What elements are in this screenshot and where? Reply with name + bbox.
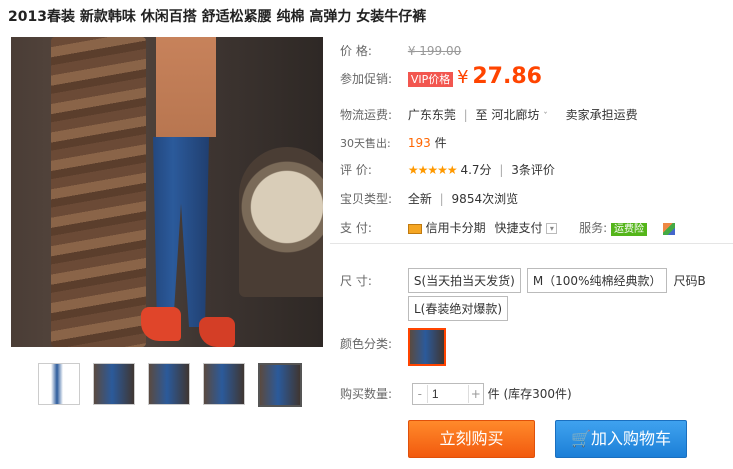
item-condition: 全新 bbox=[407, 192, 432, 206]
payment-label: 支 付: bbox=[340, 221, 372, 235]
size-more[interactable]: 尺码B bbox=[673, 274, 705, 288]
guarantee-icon[interactable] bbox=[662, 222, 675, 235]
sold-count: 193 bbox=[407, 136, 431, 150]
thumbnail[interactable] bbox=[203, 363, 245, 405]
type-row: 宝贝类型: 全新 | 9854次浏览 bbox=[340, 190, 518, 207]
rating-score: 4.7分 bbox=[460, 163, 492, 177]
separator: | bbox=[463, 108, 468, 122]
separator: | bbox=[439, 192, 444, 206]
quantity-stepper[interactable]: - + bbox=[411, 383, 484, 405]
color-label: 颜色分类: bbox=[340, 337, 393, 351]
red-shoe bbox=[199, 317, 235, 347]
size-label: 尺 寸: bbox=[340, 274, 372, 288]
thumbnail-selected[interactable] bbox=[258, 363, 302, 407]
sold-label: 30天售出: bbox=[340, 137, 391, 150]
color-row: 颜色分类: bbox=[340, 335, 404, 352]
promo-row: 参加促销: VIP价格 ¥ 27.86 bbox=[340, 64, 542, 89]
quantity-label: 购买数量: bbox=[340, 387, 393, 401]
chevron-down-icon[interactable]: ˇ bbox=[543, 112, 548, 122]
decrement-button[interactable]: - bbox=[413, 387, 427, 401]
review-count-link[interactable]: 3条评价 bbox=[511, 163, 555, 177]
buy-now-button[interactable]: 立刻购买 bbox=[408, 420, 535, 458]
jeans-image bbox=[153, 137, 209, 327]
promo-price: 27.86 bbox=[472, 64, 542, 89]
size-option-s[interactable]: S(当天拍当天发货) bbox=[407, 268, 521, 293]
increment-button[interactable]: + bbox=[469, 387, 483, 401]
add-to-cart-button[interactable]: 🛒加入购物车 bbox=[555, 420, 687, 458]
thumbnail[interactable] bbox=[93, 363, 135, 405]
size-row: 尺 寸: S(当天拍当天发货) M（100%纯棉经典款） 尺码B bbox=[340, 268, 706, 293]
view-count: 9854次浏览 bbox=[451, 192, 519, 206]
price-label: 价 格: bbox=[340, 44, 372, 58]
promo-label: 参加促销: bbox=[340, 72, 393, 86]
product-main-image[interactable] bbox=[11, 37, 323, 347]
rating-label: 评 价: bbox=[340, 163, 372, 177]
payment-row: 支 付: 信用卡分期 快捷支付 ▾ 服务: 运费险 bbox=[340, 219, 675, 236]
add-to-cart-label: 加入购物车 bbox=[590, 429, 671, 448]
sold-row: 30天售出: 193 件 bbox=[340, 134, 447, 151]
size-option-m[interactable]: M（100%纯棉经典款） bbox=[526, 268, 668, 293]
rating-row: 评 价: ★★★★★ 4.7分 | 3条评价 bbox=[340, 161, 555, 178]
credit-card-icon bbox=[407, 223, 422, 234]
dropdown-icon[interactable]: ▾ bbox=[546, 223, 558, 234]
currency-symbol: ¥ bbox=[457, 67, 469, 88]
shipping-destination[interactable]: 河北廊坊 bbox=[491, 108, 539, 122]
separator: | bbox=[499, 163, 504, 177]
stock-info: 件 (库存300件) bbox=[487, 387, 572, 401]
quantity-input[interactable] bbox=[426, 385, 469, 403]
service-label: 服务: bbox=[579, 221, 608, 235]
credit-installment: 信用卡分期 bbox=[425, 221, 486, 235]
price-row: 价 格: ¥ 199.00 bbox=[340, 42, 461, 59]
cart-icon: 🛒 bbox=[571, 429, 591, 448]
original-price: ¥ 199.00 bbox=[407, 44, 462, 58]
thumbnail[interactable] bbox=[38, 363, 80, 405]
wood-carving-prop bbox=[51, 37, 146, 347]
size-option-l[interactable]: L(春装绝对爆款) bbox=[408, 296, 509, 321]
size-row-2: L(春装绝对爆款) bbox=[408, 296, 514, 321]
star-rating-icon: ★★★★★ bbox=[407, 163, 458, 177]
quantity-row: 购买数量: - + 件 (库存300件) bbox=[340, 383, 572, 405]
divider bbox=[330, 243, 733, 244]
shipping-from: 广东东莞 bbox=[407, 108, 456, 122]
sold-unit: 件 bbox=[434, 136, 447, 150]
shipping-note: 卖家承担运费 bbox=[565, 108, 638, 122]
shipping-label: 物流运费: bbox=[340, 108, 393, 122]
shipping-to-prefix: 至 bbox=[475, 108, 488, 122]
type-label: 宝贝类型: bbox=[340, 192, 393, 206]
clock-prop bbox=[239, 147, 323, 297]
freight-insurance-badge[interactable]: 运费险 bbox=[611, 223, 648, 236]
color-swatch-selected[interactable] bbox=[408, 328, 446, 366]
thumbnail-strip bbox=[38, 363, 302, 407]
vip-badge: VIP价格 bbox=[407, 72, 454, 87]
product-title: 2013春装 新款韩味 休闲百搭 舒适松紧腰 纯棉 高弹力 女装牛仔裤 bbox=[8, 9, 427, 25]
red-shoe bbox=[141, 307, 181, 341]
model-torso bbox=[156, 37, 216, 137]
shipping-row: 物流运费: 广东东莞 | 至 河北廊坊 ˇ 卖家承担运费 bbox=[340, 106, 638, 123]
thumbnail[interactable] bbox=[148, 363, 190, 405]
quick-pay: 快捷支付 bbox=[494, 221, 543, 235]
